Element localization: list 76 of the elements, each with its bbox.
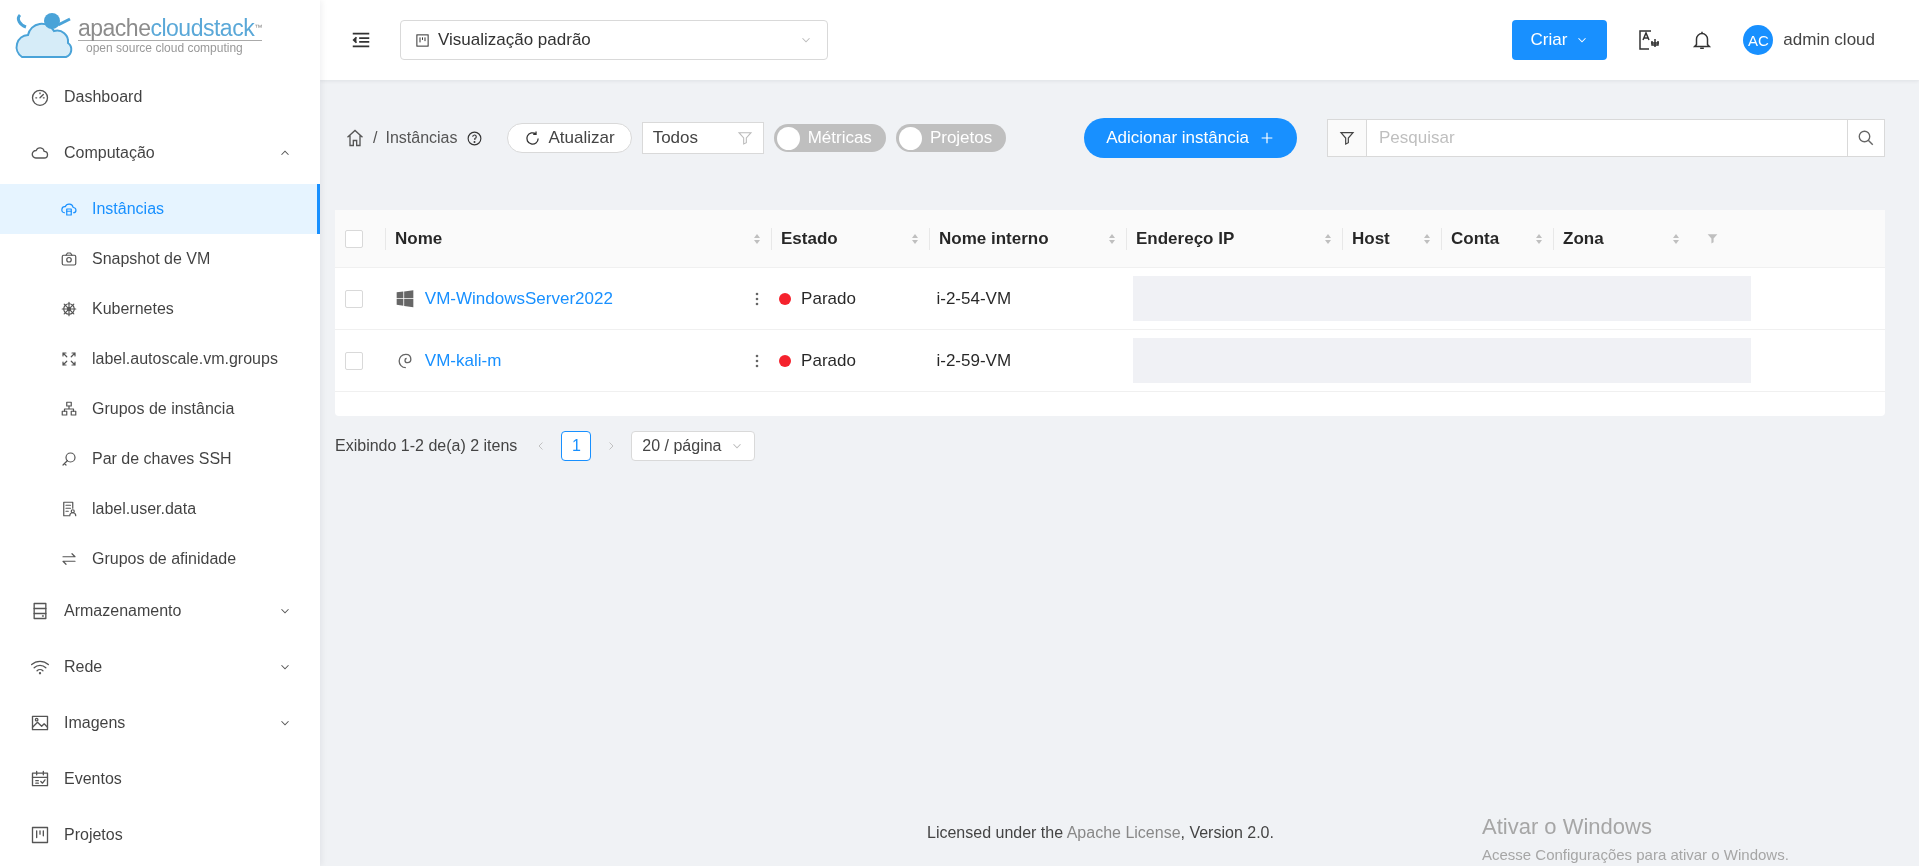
checkbox[interactable] (345, 351, 363, 370)
sidebar-item[interactable]: Armazenamento (0, 586, 320, 636)
pagination-summary: Exibindo 1-2 de(a) 2 itens (335, 437, 518, 455)
breadcrumb-current: Instâncias (385, 129, 458, 147)
filter-button[interactable] (1326, 119, 1367, 157)
sort-icon (1535, 232, 1543, 245)
view-select[interactable]: Visualização padrão (400, 20, 828, 60)
sort-icon (1672, 232, 1680, 245)
sidebar-item[interactable]: Imagens (0, 698, 320, 748)
sidebar-item[interactable]: Snapshot de VM (0, 234, 320, 284)
hierarchy-icon (60, 400, 78, 418)
license-text: Licensed under the Apache License, Version 2.0. (927, 824, 1274, 842)
sort-icon (911, 232, 919, 245)
sidebar-item[interactable]: Dashboard (0, 72, 320, 122)
sort-icon (1423, 232, 1431, 245)
user-document-icon (60, 500, 78, 518)
status-text: Parado (801, 288, 856, 309)
picture-icon (30, 713, 50, 733)
home-icon[interactable] (345, 128, 365, 148)
expand-arrows-icon (60, 350, 78, 368)
filter-icon (736, 130, 753, 146)
refresh-button[interactable]: Atualizar (506, 123, 632, 153)
trademark-mark: ™ (254, 22, 262, 32)
search-field[interactable]: Pesquisar (1366, 119, 1847, 157)
activation-title: Ativar o Windows (1482, 814, 1653, 840)
helm-wheel-icon (60, 300, 78, 318)
sort-icon (1108, 232, 1116, 245)
breadcrumb-separator: / (373, 129, 378, 147)
more-icon[interactable] (755, 291, 760, 306)
table-cell: i-2-59-VM (936, 350, 1012, 371)
sidebar-item[interactable]: label.user.data (0, 484, 320, 534)
column-header: Host (1352, 228, 1390, 249)
search-icon (1857, 129, 1875, 147)
sidebar-item[interactable]: Projetos (0, 810, 320, 860)
magnifier-key-icon (60, 450, 78, 468)
sidebar-item[interactable]: Grupos de afinidade (0, 534, 320, 584)
translate-icon[interactable] (1637, 28, 1662, 52)
logo-text: apache (78, 14, 151, 41)
help-icon (465, 129, 483, 147)
sort-icon (753, 232, 761, 245)
checkbox[interactable] (345, 229, 363, 248)
logo-text: cloudstack (150, 14, 255, 41)
swap-arrows-icon (60, 550, 78, 568)
project-board-icon (30, 825, 50, 845)
column-header: Conta (1451, 228, 1500, 249)
column-header: Estado (781, 228, 838, 249)
gauge-icon (30, 87, 50, 107)
logo-tagline: open source cloud computing (78, 39, 262, 55)
refresh-icon (523, 129, 541, 147)
page-size-select[interactable]: 20 / página (631, 431, 755, 461)
sidebar-item[interactable]: label.autoscale.vm.groups (0, 334, 320, 384)
sidebar-item[interactable]: Rede (0, 642, 320, 692)
column-header: Nome (395, 228, 443, 249)
more-icon[interactable] (755, 353, 760, 368)
filter-icon (1706, 232, 1719, 245)
sidebar-item[interactable]: Grupos de instância (0, 384, 320, 434)
sort-icon (1324, 232, 1332, 245)
windows-logo-icon (394, 288, 415, 309)
sidebar-item[interactable]: Kubernetes (0, 284, 320, 334)
filter-select[interactable]: Todos (641, 122, 764, 154)
calendar-icon (30, 769, 50, 789)
user-name[interactable]: admin cloud (1783, 30, 1875, 50)
filter-icon (1338, 130, 1355, 146)
sidebar-item[interactable]: Par de chaves SSH (0, 434, 320, 484)
search-button[interactable] (1847, 119, 1885, 157)
board-icon (415, 32, 430, 48)
column-header: Nome interno (939, 228, 1049, 249)
checkbox[interactable] (345, 289, 363, 308)
column-header: Endereço IP (1136, 228, 1235, 249)
table-cell: i-2-54-VM (936, 288, 1012, 309)
sidebar-item[interactable]: Computação (0, 128, 320, 178)
column-header: Zona (1563, 228, 1604, 249)
status-text: Parado (801, 350, 856, 371)
sidebar-item[interactable]: Eventos (0, 754, 320, 804)
activation-text: Acesse Configurações para ativar o Windows. (1482, 846, 1789, 863)
camera-icon (60, 250, 78, 268)
